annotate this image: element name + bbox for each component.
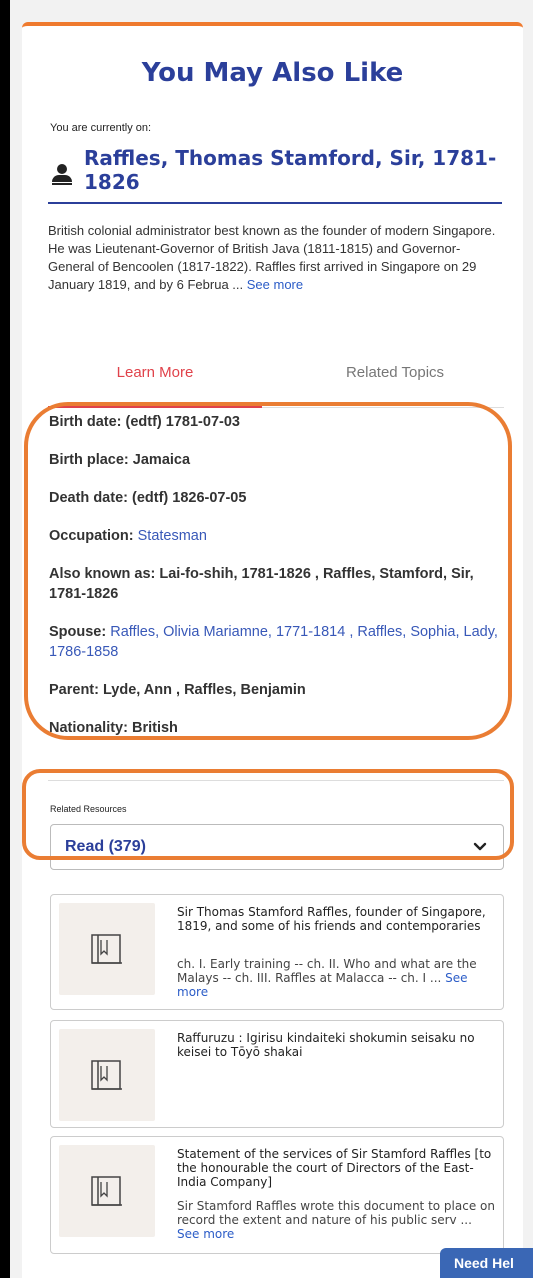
tab-learn-more[interactable]: Learn More — [48, 351, 262, 408]
see-more-link[interactable]: See more — [247, 277, 303, 292]
card-title: Raffuruzu : Igirisu kindaiteki shokumin … — [177, 1031, 475, 1059]
card-title: Statement of the services of Sir Stamfor… — [177, 1147, 492, 1189]
book-thumbnail — [59, 903, 155, 995]
resource-card[interactable]: Statement of the services of Sir Stamfor… — [50, 1136, 504, 1254]
resource-card[interactable]: Raffuruzu : Igirisu kindaiteki shokumin … — [50, 1020, 504, 1128]
book-thumbnail — [59, 1029, 155, 1121]
book-icon — [91, 934, 122, 964]
card-description: ch. I. Early training -- ch. II. Who and… — [177, 957, 497, 999]
current-label: You are currently on: — [50, 122, 152, 134]
related-resources-highlight-oval — [22, 769, 514, 860]
book-thumbnail — [59, 1145, 155, 1237]
panel-title: You May Also Like — [141, 58, 404, 88]
card-description: Sir Stamford Raffles wrote this document… — [177, 1199, 497, 1241]
see-more-link[interactable]: See more — [177, 1227, 234, 1241]
resource-card[interactable]: Sir Thomas Stamford Raffles, founder of … — [50, 894, 504, 1010]
need-help-button[interactable]: Need Hel — [440, 1248, 533, 1278]
current-topic-name[interactable]: Raffles, Thomas Stamford, Sir, 1781-1826 — [84, 146, 504, 194]
person-icon — [52, 164, 72, 186]
tab-related-topics[interactable]: Related Topics — [288, 351, 502, 408]
topic-description: British colonial administrator best know… — [48, 222, 504, 294]
title-underline — [48, 202, 502, 204]
card-title: Sir Thomas Stamford Raffles, founder of … — [177, 905, 486, 933]
details-highlight-oval — [24, 402, 512, 740]
book-icon — [91, 1176, 122, 1206]
tab-bar: Learn More Related Topics — [48, 351, 504, 408]
card-description-text: ch. I. Early training -- ch. II. Who and… — [177, 957, 477, 985]
card-description-text: Sir Stamford Raffles wrote this document… — [177, 1199, 495, 1227]
book-icon — [91, 1060, 122, 1090]
